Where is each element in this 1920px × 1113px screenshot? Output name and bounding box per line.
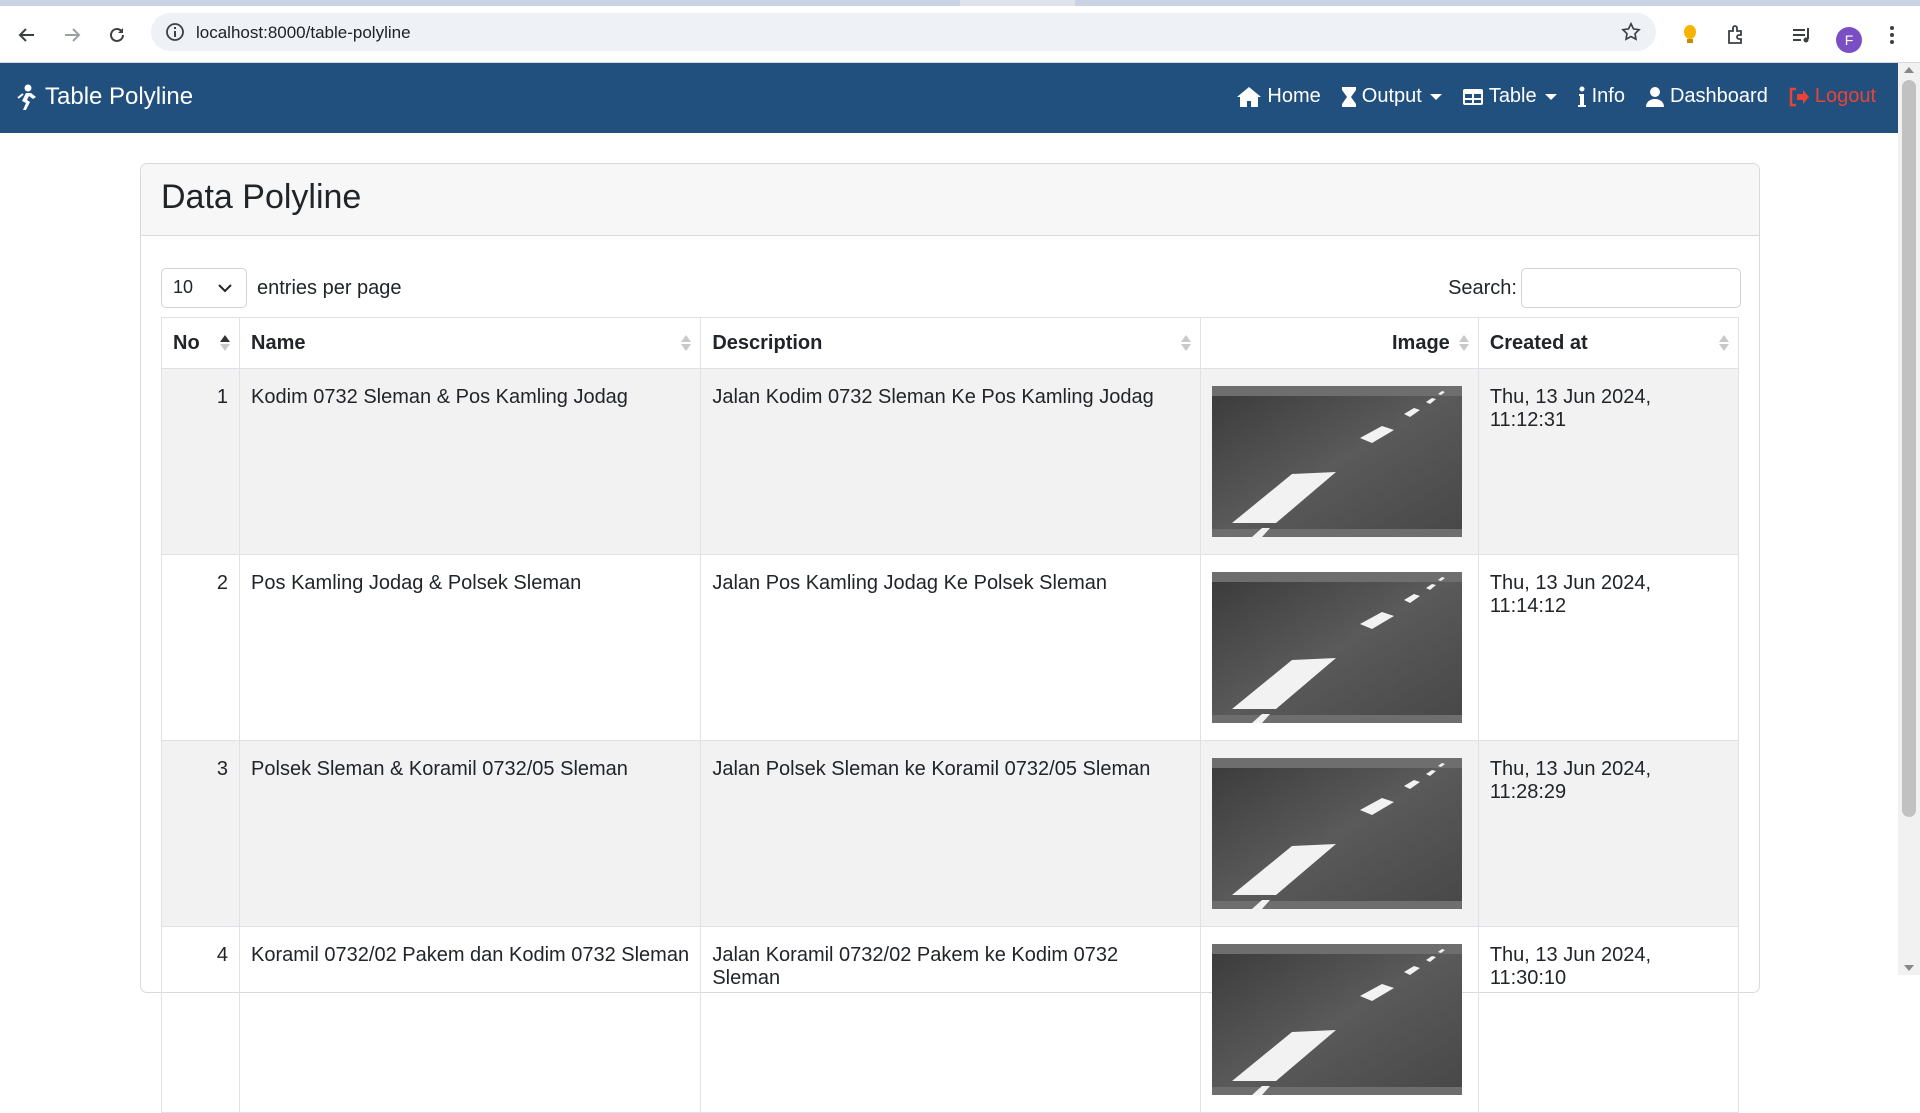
nav-output-label: Output [1361,85,1422,107]
nav-logout[interactable]: Logout [1788,85,1876,108]
entries-per-page-select[interactable]: 10 [161,268,247,308]
road-photo-thumbnail[interactable] [1211,386,1462,537]
cell-no: 3 [160,740,241,927]
table-icon [1462,88,1483,105]
media-control-icon[interactable] [1786,19,1818,51]
nav-logout-label: Logout [1814,85,1876,107]
profile-avatar[interactable]: F [1836,27,1862,53]
toolbar: localhost:8000/table-polyline F [0,6,1920,63]
nav-table-label: Table [1488,85,1537,107]
chevron-down-icon [218,284,232,293]
logout-icon [1789,87,1809,106]
sort-icon [1180,335,1191,351]
cell-image [1199,554,1479,741]
brand-title: Table Polyline [45,83,194,110]
nav-info[interactable]: Info [1577,85,1625,108]
table-row: 4 Koramil 0732/02 Pakem dan Kodim 0732 S… [160,926,1740,1113]
column-header-created-at[interactable]: Created at [1477,317,1740,369]
sort-icon [1719,335,1729,351]
cell-description: Jalan Kodim 0732 Sleman Ke Pos Kamling J… [700,368,1201,555]
reload-icon[interactable] [101,19,133,51]
browser-menu-icon[interactable] [1876,19,1908,51]
page-title: Data Polyline [161,178,362,216]
address-bar[interactable]: localhost:8000/table-polyline [151,13,1656,51]
column-header-no[interactable]: No [160,317,241,369]
road-photo-thumbnail[interactable] [1211,944,1462,1095]
app-navbar: Table Polyline Home Output Table Info Da… [0,63,1898,133]
hourglass-icon [1341,86,1356,107]
nav-dashboard[interactable]: Dashboard [1645,85,1768,108]
header-label: Name [251,331,306,354]
sort-icon [681,335,692,351]
chevron-down-icon [1429,93,1442,100]
cell-image [1199,926,1479,1113]
cell-no: 2 [160,554,241,741]
scroll-up-arrow-icon[interactable] [1904,67,1914,73]
cell-name: Kodim 0732 Sleman & Pos Kamling Jodag [239,368,702,555]
back-icon[interactable] [11,19,43,51]
road-person-icon [17,84,36,110]
table-header-row: No Name Description Image Created at [160,317,1740,369]
header-label: Description [712,331,823,354]
nav-home-label: Home [1267,85,1321,107]
header-label: Image [1392,331,1450,354]
cell-image [1199,740,1479,927]
column-header-name[interactable]: Name [239,317,702,369]
site-info-icon[interactable] [165,22,185,47]
house-icon [1237,86,1262,107]
cell-name: Pos Kamling Jodag & Polsek Sleman [239,554,702,741]
table-row: 3 Polsek Sleman & Koramil 0732/05 Sleman… [160,740,1740,927]
cell-description: Jalan Polsek Sleman ke Koramil 0732/05 S… [700,740,1201,927]
nav-info-label: Info [1591,85,1625,107]
scroll-down-arrow-icon[interactable] [1904,965,1914,971]
url-text[interactable]: localhost:8000/table-polyline [196,23,411,43]
cell-created-at: Thu, 13 Jun 2024, 11:28:29 [1477,740,1740,927]
search-label: Search: [1448,277,1517,299]
entries-value: 10 [173,277,194,297]
extensions-puzzle-icon[interactable] [1720,19,1752,51]
search-input[interactable] [1521,268,1741,308]
card-header: Data Polyline [141,164,1759,236]
cell-no: 1 [160,368,241,555]
page-scrollbar[interactable] [1898,63,1920,975]
cell-image [1199,368,1479,555]
chevron-down-icon [1544,93,1557,100]
cell-created-at: Thu, 13 Jun 2024, 11:12:31 [1477,368,1740,555]
data-card: Data Polyline 10 entries per page Search… [140,163,1760,1113]
nav-table-dropdown[interactable]: Table [1462,85,1557,108]
cell-created-at: Thu, 13 Jun 2024, 11:14:12 [1477,554,1740,741]
sort-icon [1458,335,1469,351]
cell-description: Jalan Koramil 0732/02 Pakem ke Kodim 073… [700,926,1201,1113]
nav-dashboard-label: Dashboard [1669,85,1768,107]
extension-bulb-icon[interactable] [1674,19,1706,51]
table-row: 2 Pos Kamling Jodag & Polsek Sleman Jala… [160,554,1740,741]
entries-label: entries per page [257,277,402,299]
road-photo-thumbnail[interactable] [1211,758,1462,909]
column-header-image[interactable]: Image [1199,317,1479,369]
header-label: Created at [1489,331,1588,354]
cell-description: Jalan Pos Kamling Jodag Ke Polsek Sleman [700,554,1201,741]
nav-output-dropdown[interactable]: Output [1341,85,1442,108]
cell-created-at: Thu, 13 Jun 2024, 11:30:10 [1477,926,1740,1113]
header-label: No [173,331,200,354]
scroll-thumb[interactable] [1902,80,1916,817]
sort-icon [220,335,231,351]
polyline-table: No Name Description Image Created at 1 K… [160,317,1740,1113]
table-controls: 10 entries per page Search: [161,268,1741,308]
cell-name: Polsek Sleman & Koramil 0732/05 Sleman [239,740,702,927]
cell-name: Koramil 0732/02 Pakem dan Kodim 0732 Sle… [239,926,702,1113]
nav-home[interactable]: Home [1236,85,1321,108]
user-icon [1645,86,1664,107]
browser-chrome: localhost:8000/table-polyline F [0,0,1920,63]
bookmark-star-icon[interactable] [1620,21,1642,48]
forward-icon[interactable] [56,19,88,51]
info-icon [1577,86,1586,107]
table-row: 1 Kodim 0732 Sleman & Pos Kamling Jodag … [160,368,1740,555]
column-header-description[interactable]: Description [700,317,1201,369]
navbar-brand[interactable]: Table Polyline [16,83,193,111]
road-photo-thumbnail[interactable] [1211,572,1462,723]
cell-no: 4 [160,926,241,1113]
